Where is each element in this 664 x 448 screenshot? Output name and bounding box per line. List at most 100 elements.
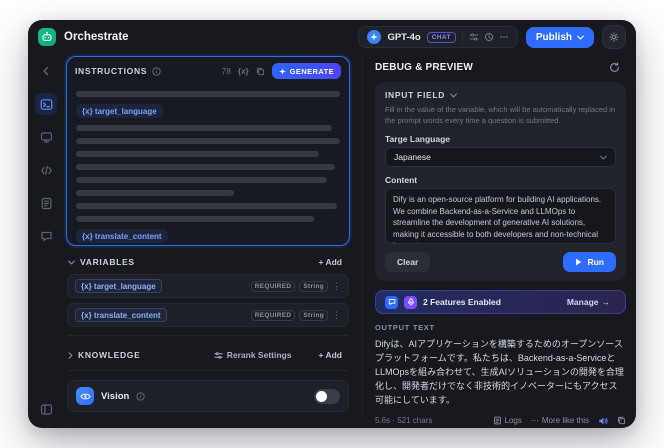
content-textarea[interactable]: Dify is an open-source platform for buil… [385, 188, 616, 244]
copy-output-button[interactable] [617, 416, 626, 425]
info-icon [136, 391, 145, 401]
vision-feature-row: Vision [67, 380, 349, 412]
input-field-header[interactable]: INPUT FIELD [385, 90, 616, 100]
knowledge-section-header[interactable]: KNOWLEDGE Rerank Settings + Add [66, 339, 350, 367]
sparkle-icon [278, 67, 286, 75]
left-icon-rail [28, 54, 64, 428]
variable-tag-translate-content: {x} translate_content [76, 229, 168, 243]
skeleton-line [76, 138, 340, 144]
page-title: Orchestrate [64, 31, 129, 43]
generate-button[interactable]: GENERATE [271, 63, 341, 79]
more-options-icon[interactable] [499, 32, 509, 42]
add-knowledge-button[interactable]: + Add [312, 349, 348, 361]
vision-toggle[interactable] [314, 388, 340, 404]
prompt-editor[interactable]: {x} target_language {x} translate_conten… [67, 83, 349, 245]
skeleton-line [76, 91, 340, 97]
instructions-header: INSTRUCTIONS 78 {x} GENERATE [67, 57, 349, 83]
arrow-right-icon: → [601, 297, 611, 307]
add-variable-button[interactable]: + Add [312, 256, 348, 268]
manage-features-button[interactable]: Manage → [561, 296, 616, 308]
output-title: OUTPUT TEXT [375, 323, 435, 332]
output-meta: 5.6s · 521 chars [375, 416, 433, 426]
input-field-description: Fill in the value of the variable, which… [385, 105, 616, 125]
copy-icon [617, 417, 626, 425]
skeleton-line [76, 216, 314, 222]
knowledge-title: KNOWLEDGE [78, 350, 141, 360]
features-count-label: 2 Features Enabled [423, 297, 501, 307]
skeleton-line [76, 125, 333, 131]
variable-tag: {x} target_language [75, 279, 162, 293]
variables-section-header[interactable]: VARIABLES + Add [66, 246, 350, 274]
more-like-this-button[interactable]: ⋯ More like this [531, 416, 589, 425]
chevron-down-icon [600, 155, 607, 160]
pill-divider [461, 32, 463, 42]
speak-button[interactable] [598, 416, 608, 426]
variable-tag-target-language: {x} target_language [76, 104, 163, 118]
target-language-value: Japanese [394, 152, 431, 162]
output-text: Difyは、AIアプリケーションを構築するためのオープンソースプラットフォームで… [375, 339, 624, 405]
logs-icon [493, 416, 501, 425]
speaker-icon [599, 417, 608, 425]
skeleton-line [76, 203, 338, 209]
model-name: GPT-4o [387, 31, 421, 43]
sidebar-item-orchestrate[interactable] [35, 93, 57, 115]
model-selector[interactable]: GPT-4o CHAT [358, 26, 518, 48]
token-count: 78 [221, 66, 231, 76]
debug-title: DEBUG & PREVIEW [375, 62, 474, 73]
variable-row[interactable]: {x} target_language REQUIRED String ⋮ [67, 274, 349, 298]
top-bar: Orchestrate GPT-4o CHAT Publish [28, 20, 636, 54]
chevron-down-icon [68, 260, 75, 265]
app-settings-button[interactable] [602, 25, 626, 49]
rerank-settings-button[interactable]: Rerank Settings [208, 349, 298, 361]
run-label: Run [587, 257, 604, 267]
target-language-select[interactable]: Japanese [385, 147, 616, 167]
required-badge: REQUIRED [250, 309, 296, 321]
output-section: OUTPUT TEXT Difyは、AIアプリケーションを構築するためのオープン… [375, 323, 626, 425]
section-divider [67, 370, 349, 371]
logs-button[interactable]: Logs [493, 416, 522, 425]
model-provider-icon [367, 30, 382, 44]
instructions-title: INSTRUCTIONS [75, 66, 148, 76]
clear-button[interactable]: Clear [385, 252, 431, 272]
variable-tag: {x} translate_content [75, 308, 167, 322]
skeleton-line [76, 164, 335, 170]
skeleton-line [76, 151, 319, 157]
section-divider [67, 335, 349, 336]
back-icon[interactable] [35, 60, 57, 82]
features-enabled-bar[interactable]: 2 Features Enabled Manage → [375, 290, 626, 314]
generate-label: GENERATE [289, 66, 334, 76]
chat-mode-badge: CHAT [426, 31, 456, 43]
publish-button[interactable]: Publish [525, 26, 594, 48]
skeleton-line [76, 190, 235, 196]
variable-menu-icon[interactable]: ⋮ [332, 281, 341, 291]
variable-row[interactable]: {x} translate_content REQUIRED String ⋮ [67, 303, 349, 327]
sidebar-item-preview[interactable] [35, 126, 57, 148]
refresh-icon [610, 62, 619, 72]
sidebar-item-api-access[interactable] [35, 159, 57, 181]
insert-variable-icon[interactable]: {x} [238, 67, 249, 76]
required-badge: REQUIRED [250, 280, 296, 292]
collapse-sidebar-icon[interactable] [35, 398, 57, 420]
output-footer: 5.6s · 521 chars Logs ⋯ More like this [375, 416, 626, 426]
sliders-icon [214, 351, 223, 359]
refresh-button[interactable] [603, 61, 626, 74]
history-icon[interactable] [484, 32, 494, 42]
rerank-label: Rerank Settings [226, 350, 292, 360]
input-field-title: INPUT FIELD [385, 90, 446, 100]
params-sliders-icon[interactable] [469, 32, 479, 42]
run-button[interactable]: Run [563, 252, 616, 272]
publish-label: Publish [535, 31, 572, 43]
gear-icon [609, 32, 619, 42]
debug-actions: Clear Run [385, 252, 616, 272]
copy-prompt-icon[interactable] [256, 67, 265, 76]
info-icon [152, 66, 161, 76]
variable-menu-icon[interactable]: ⋮ [332, 310, 341, 320]
logs-label: Logs [504, 416, 522, 426]
sidebar-item-logs[interactable] [35, 192, 57, 214]
sidebar-item-annotations[interactable] [35, 225, 57, 247]
ellipsis-icon: ⋯ [530, 416, 539, 426]
vision-icon [76, 387, 94, 405]
app-logo-icon [38, 28, 56, 46]
vision-label: Vision [101, 390, 130, 402]
orchestrate-panel: INSTRUCTIONS 78 {x} GENERATE {x} target_… [66, 56, 350, 418]
